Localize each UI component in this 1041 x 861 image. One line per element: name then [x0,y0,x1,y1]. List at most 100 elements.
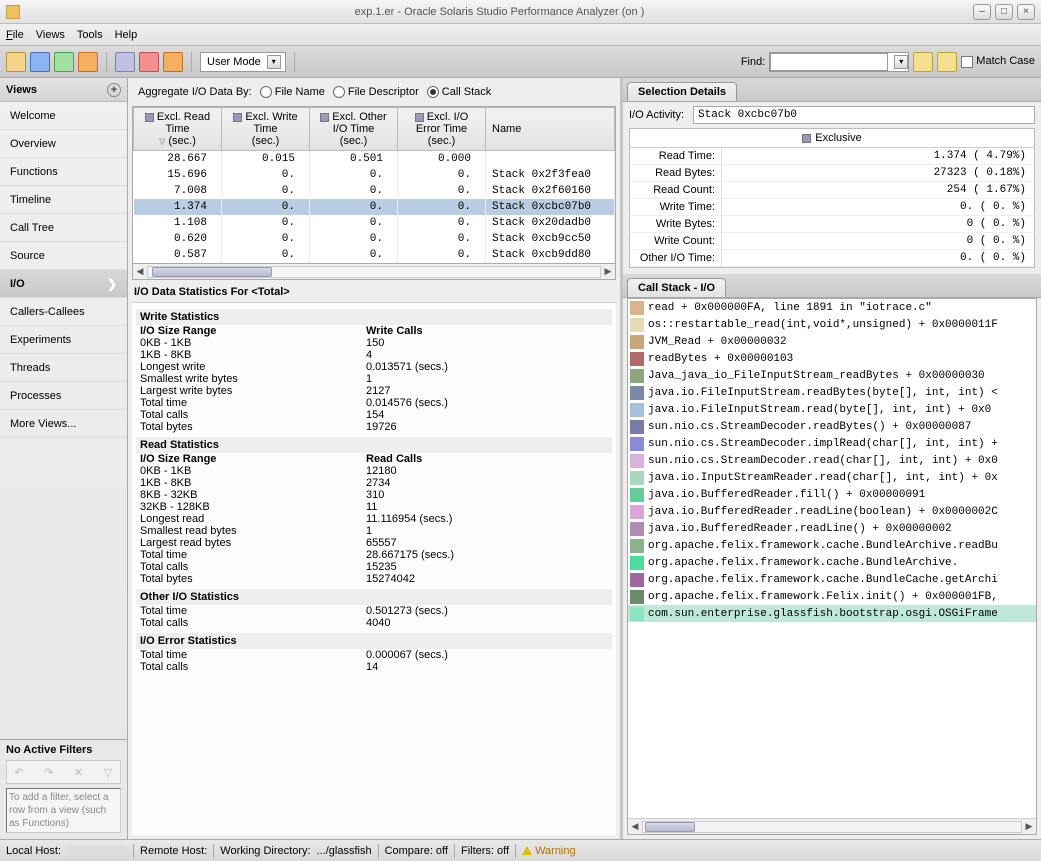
sidebar-item-timeline[interactable]: Timeline [0,186,127,214]
column-header[interactable]: Excl. Write Time(sec.) [222,108,310,151]
callstack-row[interactable]: java.io.BufferedReader.fill() + 0x000000… [628,486,1036,503]
metric-icon [233,113,242,122]
color-swatch-icon [630,369,644,383]
open-icon[interactable] [6,52,26,72]
color-swatch-icon [630,590,644,604]
stats-row: 8KB - 32KB310 [136,489,612,501]
match-case-checkbox[interactable]: Match Case [961,55,1035,67]
stats-section-header: I/O Error Statistics [136,633,612,649]
close-button[interactable]: × [1017,4,1035,20]
callstack-row[interactable]: java.io.BufferedReader.readLine() + 0x00… [628,520,1036,537]
find-input[interactable] [770,53,888,71]
callstack-row[interactable]: sun.nio.cs.StreamDecoder.read(char[], in… [628,452,1036,469]
sidebar-item-i-o[interactable]: I/O❯ [0,270,127,298]
callstack-row[interactable]: Java_java_io_FileInputStream_readBytes +… [628,367,1036,384]
menubar: File Views Tools Help [0,24,1041,46]
status-warning[interactable]: Warning [522,845,576,857]
sidebar-item-source[interactable]: Source [0,242,127,270]
status-compare: Compare: off [385,845,448,857]
refresh-icon[interactable] [139,52,159,72]
callstack-row[interactable]: os::restartable_read(int,void*,unsigned)… [628,316,1036,333]
sidebar-item-overview[interactable]: Overview [0,130,127,158]
callstack-row[interactable]: java.io.BufferedReader.readLine(boolean)… [628,503,1036,520]
table-row[interactable]: 0.5870.0.0.Stack 0xcb9dd80 [134,247,615,263]
callstack-row[interactable]: sun.nio.cs.StreamDecoder.readBytes() + 0… [628,418,1036,435]
table-row[interactable]: 7.0080.0.0.Stack 0x2f60160 [134,183,615,199]
detail-row: Write Time:0. ( 0. %) [630,199,1034,216]
find-prev-icon[interactable] [913,52,933,72]
table-row[interactable]: 28.6670.0150.5010.000 [134,151,615,168]
sidebar-item-call-tree[interactable]: Call Tree [0,214,127,242]
find-combo[interactable]: ▾ [769,52,909,72]
connect-icon[interactable] [78,52,98,72]
callstack-row[interactable]: JVM_Read + 0x00000032 [628,333,1036,350]
sidebar-item-threads[interactable]: Threads [0,354,127,382]
color-swatch-icon [630,505,644,519]
radio-call-stack[interactable]: Call Stack [427,86,492,98]
settings-icon[interactable] [163,52,183,72]
tab-call-stack-io[interactable]: Call Stack - I/O [627,278,726,297]
sidebar-item-experiments[interactable]: Experiments [0,326,127,354]
sidebar-item-processes[interactable]: Processes [0,382,127,410]
sidebar-item-welcome[interactable]: Welcome [0,102,127,130]
filter-remove-icon[interactable]: ✕ [69,764,87,780]
menu-file[interactable]: File [6,29,24,41]
menu-views[interactable]: Views [36,29,65,41]
color-swatch-icon [630,420,644,434]
callstack-row[interactable]: com.sun.enterprise.glassfish.bootstrap.o… [628,605,1036,622]
callstack-row[interactable]: java.io.FileInputStream.read(byte[], int… [628,401,1036,418]
color-swatch-icon [630,573,644,587]
add-view-button[interactable]: + [107,83,121,97]
menu-tools[interactable]: Tools [77,29,103,41]
callstack-row[interactable]: java.io.InputStreamReader.read(char[], i… [628,469,1036,486]
stats-row: Smallest read bytes1 [136,525,612,537]
archive-icon[interactable] [30,52,50,72]
stats-row: Total calls154 [136,409,612,421]
view-mode-value: User Mode [207,56,261,68]
callstack-row[interactable]: sun.nio.cs.StreamDecoder.implRead(char[]… [628,435,1036,452]
sidebar-item-callers-callees[interactable]: Callers-Callees [0,298,127,326]
io-pane: Aggregate I/O Data By: File Name File De… [128,78,623,839]
separator [294,52,295,72]
column-header[interactable]: Name [486,108,615,151]
callstack-row[interactable]: java.io.FileInputStream.readBytes(byte[]… [628,384,1036,401]
find-next-icon[interactable] [937,52,957,72]
sidebar-item-more-views-[interactable]: More Views... [0,410,127,438]
filter-redo-icon[interactable]: ↷ [40,764,58,780]
table-row[interactable]: 1.1080.0.0.Stack 0x20dadb0 [134,215,615,231]
callstack-row[interactable]: org.apache.felix.framework.cache.BundleC… [628,571,1036,588]
callstack-row[interactable]: org.apache.felix.framework.cache.BundleA… [628,554,1036,571]
status-local-host: Local Host: [6,845,61,857]
table-row[interactable]: 15.6960.0.0.Stack 0x2f3fea0 [134,167,615,183]
radio-file-descriptor[interactable]: File Descriptor [333,86,419,98]
filter-funnel-icon[interactable]: ▽ [99,764,117,780]
table-row[interactable]: 0.6200.0.0.Stack 0xcb9cc50 [134,231,615,247]
callstack-row[interactable]: org.apache.felix.framework.cache.BundleA… [628,537,1036,554]
view-mode-combo[interactable]: User Mode ▾ [200,52,286,72]
sidebar-item-functions[interactable]: Functions [0,158,127,186]
color-swatch-icon [630,471,644,485]
minimize-button[interactable]: – [973,4,991,20]
tab-selection-details[interactable]: Selection Details [627,82,737,101]
menu-help[interactable]: Help [115,29,138,41]
io-activity-field[interactable] [693,106,1035,124]
filter-undo-icon[interactable]: ↶ [10,764,28,780]
column-header[interactable]: Excl. Other I/O Time(sec.) [310,108,398,151]
table-row[interactable]: 1.3740.0.0.Stack 0xcbc07b0 [134,199,615,215]
aggregate-icon[interactable] [54,52,74,72]
detail-row: Read Count:254 ( 1.67%) [630,182,1034,199]
toolbar: User Mode ▾ Find: ▾ Match Case [0,46,1041,78]
callstack-h-scrollbar[interactable]: ◀▶ [628,818,1036,834]
filter-icon[interactable] [115,52,135,72]
column-header[interactable]: Excl. Read Time▽ (sec.) [134,108,222,151]
column-header[interactable]: Excl. I/O Error Time(sec.) [398,108,486,151]
stats-title: I/O Data Statistics For <Total> [134,286,614,298]
callstack-row[interactable]: org.apache.felix.framework.Felix.init() … [628,588,1036,605]
callstack-row[interactable]: readBytes + 0x00000103 [628,350,1036,367]
maximize-button[interactable]: □ [995,4,1013,20]
stats-row: 32KB - 128KB11 [136,501,612,513]
callstack-row[interactable]: read + 0x000000FA, line 1891 in "iotrace… [628,299,1036,316]
detail-row: Read Time:1.374 ( 4.79%) [630,148,1034,165]
radio-file-name[interactable]: File Name [260,86,325,98]
table-h-scrollbar[interactable]: ◀▶ [132,264,616,280]
